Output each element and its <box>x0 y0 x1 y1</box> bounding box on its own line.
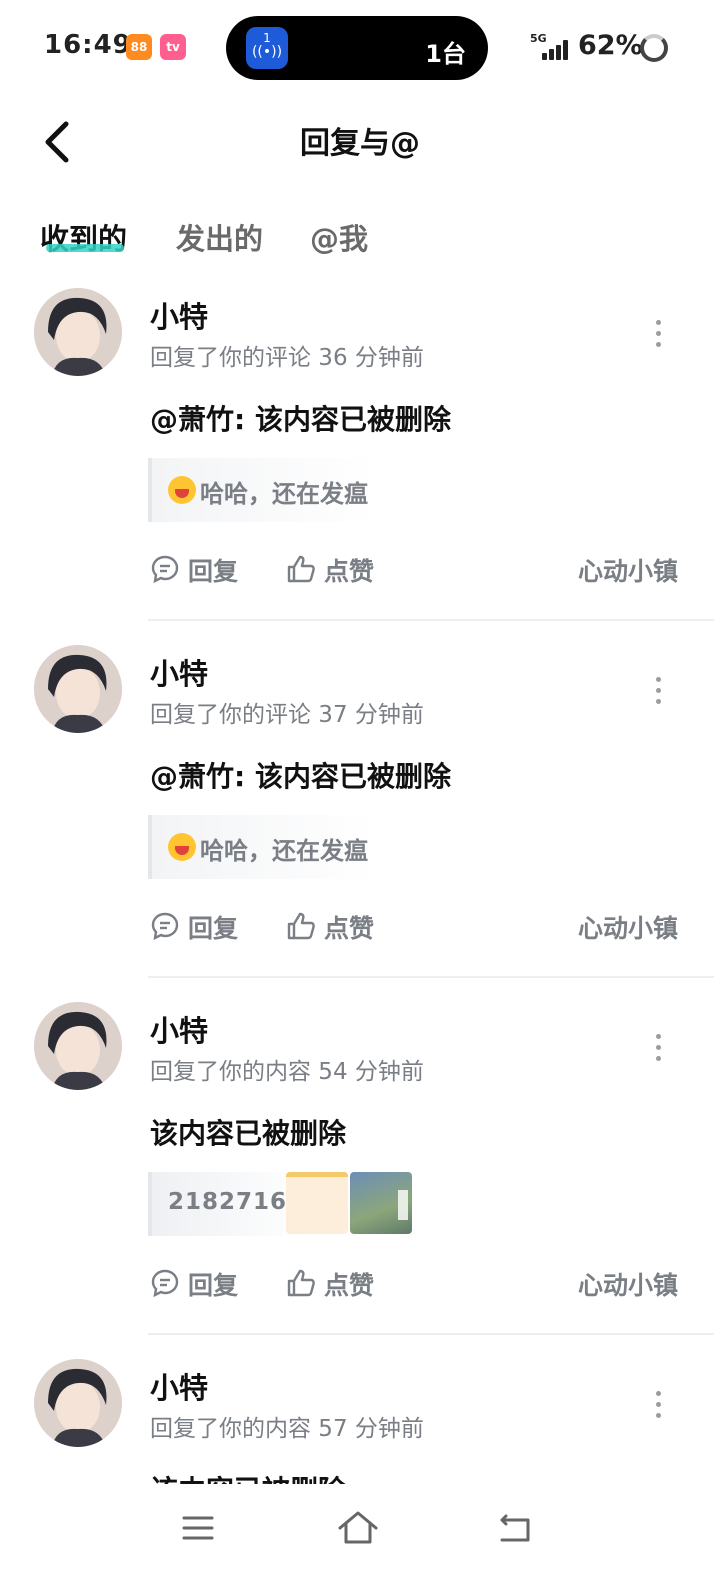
divider <box>148 619 714 621</box>
reply-label: 回复 <box>188 914 239 943</box>
tab-sent[interactable]: 发出的 <box>176 216 263 258</box>
dynamic-island[interactable]: 1 ((•)) 1台 <box>226 16 488 80</box>
username[interactable]: 小特 <box>150 1365 208 1407</box>
like-label: 点赞 <box>324 914 375 943</box>
item-meta: 回复了你的内容 57 分钟前 <box>150 1416 424 1442</box>
reply-button[interactable]: 回复 <box>150 552 250 586</box>
action-bar: 回复 点赞 心动小镇 <box>150 1264 690 1304</box>
like-button[interactable]: 点赞 <box>286 1266 386 1300</box>
island-badge-count: 1 <box>263 31 271 45</box>
broadcast-icon: 1 ((•)) <box>246 27 288 69</box>
thumbs-up-icon <box>287 1269 315 1297</box>
source-app-link[interactable]: 心动小镇 <box>578 1266 678 1302</box>
thumbs-up-icon <box>287 912 315 940</box>
username[interactable]: 小特 <box>150 294 208 336</box>
more-options-button[interactable] <box>640 1030 676 1066</box>
page-title: 回复与@ <box>300 126 420 161</box>
quoted-post[interactable]: 21827166 <box>148 1172 412 1236</box>
like-label: 点赞 <box>324 1271 375 1300</box>
post-thumbnail[interactable] <box>350 1172 412 1234</box>
status-time: 16:49 <box>44 30 132 60</box>
island-text: 1台 <box>425 40 466 68</box>
reply-content[interactable]: @萧竹: 该内容已被删除 <box>150 755 451 795</box>
source-app-link[interactable]: 心动小镇 <box>578 909 678 945</box>
more-options-button[interactable] <box>640 316 676 352</box>
quoted-comment[interactable]: 哈哈，还在发瘟 <box>148 458 378 522</box>
thumbs-up-icon <box>287 555 315 583</box>
action-bar: 回复 点赞 心动小镇 <box>150 550 690 590</box>
quoted-text: 21827166 <box>168 1189 305 1215</box>
system-nav-bar <box>0 1484 720 1584</box>
status-bar: 16:49 88 tv 1 ((•)) 1台 5G 62% <box>0 0 720 96</box>
reply-content[interactable]: @萧竹: 该内容已被删除 <box>150 398 451 438</box>
comment-icon <box>151 555 179 584</box>
source-app-link[interactable]: 心动小镇 <box>578 552 678 588</box>
home-icon <box>338 1511 378 1544</box>
quoted-comment[interactable]: 哈哈，还在发瘟 <box>148 815 378 879</box>
reply-button[interactable]: 回复 <box>150 909 250 943</box>
battery-level: 62% <box>578 30 643 61</box>
item-meta: 回复了你的评论 37 分钟前 <box>150 702 424 728</box>
tab-bar: 收到的 发出的 @我 <box>0 210 720 270</box>
divider <box>148 976 714 978</box>
back-icon <box>500 1514 530 1542</box>
more-options-button[interactable] <box>640 673 676 709</box>
reply-label: 回复 <box>188 1271 239 1300</box>
post-thumbnail[interactable] <box>286 1172 348 1234</box>
reply-content[interactable]: 该内容已被删除 <box>150 1112 346 1152</box>
app-screen: 16:49 88 tv 1 ((•)) 1台 5G 62% 回复与@ 收到的 发… <box>0 0 720 1584</box>
reply-label: 回复 <box>188 557 239 586</box>
orange-app-icon: 88 <box>126 34 152 60</box>
top-bar: 回复与@ <box>0 96 720 186</box>
username[interactable]: 小特 <box>150 1008 208 1050</box>
avatar[interactable] <box>34 288 122 376</box>
like-button[interactable]: 点赞 <box>286 909 386 943</box>
signal-icon <box>542 38 572 60</box>
system-back-button[interactable] <box>494 1506 538 1550</box>
avatar[interactable] <box>34 1359 122 1447</box>
tab-mentions[interactable]: @我 <box>310 216 368 258</box>
like-label: 点赞 <box>324 557 375 586</box>
menu-button[interactable] <box>176 1506 220 1550</box>
menu-icon <box>182 1516 214 1540</box>
quoted-text: 哈哈，还在发瘟 <box>200 480 368 508</box>
divider <box>148 1333 714 1335</box>
loading-icon <box>640 34 668 62</box>
laughing-emoji-icon <box>168 833 196 861</box>
item-meta: 回复了你的评论 36 分钟前 <box>150 345 424 371</box>
action-bar: 回复 点赞 心动小镇 <box>150 907 690 947</box>
quoted-text: 哈哈，还在发瘟 <box>200 837 368 865</box>
bilibili-icon: tv <box>160 34 186 60</box>
more-options-button[interactable] <box>640 1387 676 1423</box>
item-meta: 回复了你的内容 54 分钟前 <box>150 1059 424 1085</box>
avatar[interactable] <box>34 1002 122 1090</box>
reply-button[interactable]: 回复 <box>150 1266 250 1300</box>
home-button[interactable] <box>336 1506 380 1550</box>
laughing-emoji-icon <box>168 476 196 504</box>
comment-icon <box>151 1269 179 1298</box>
comment-icon <box>151 912 179 941</box>
avatar[interactable] <box>34 645 122 733</box>
username[interactable]: 小特 <box>150 651 208 693</box>
active-tab-indicator <box>46 244 124 252</box>
like-button[interactable]: 点赞 <box>286 552 386 586</box>
